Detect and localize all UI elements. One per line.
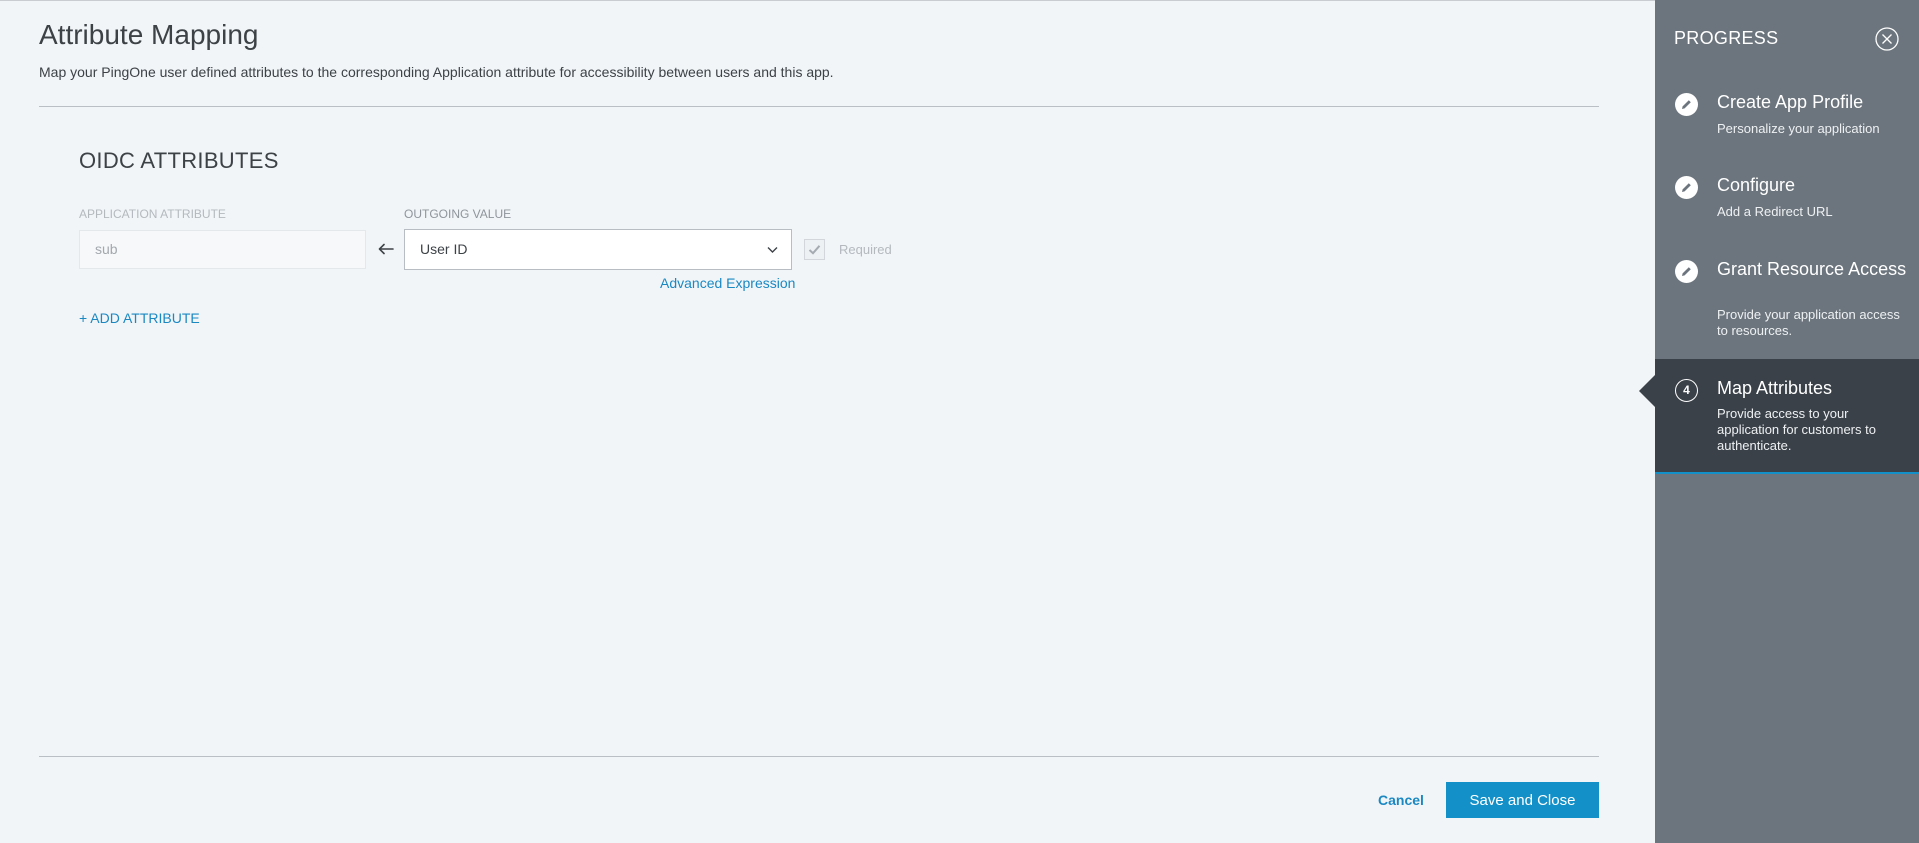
main-panel: Attribute Mapping Map your PingOne user …	[0, 0, 1655, 843]
progress-step-create-app-profile[interactable]: Create App Profile Personalize your appl…	[1655, 80, 1919, 150]
step-subtitle: Add a Redirect URL	[1717, 204, 1833, 219]
header-divider	[39, 106, 1599, 107]
progress-step-configure[interactable]: Configure Add a Redirect URL	[1655, 163, 1919, 233]
progress-title: PROGRESS	[1674, 28, 1779, 48]
add-attribute-link[interactable]: + ADD ATTRIBUTE	[79, 310, 200, 326]
pencil-icon	[1675, 176, 1698, 199]
step-title: Create App Profile	[1717, 92, 1864, 112]
step-subtitle: Personalize your application	[1717, 121, 1880, 136]
application-attribute-field: sub	[79, 230, 366, 269]
active-step-pointer	[1639, 375, 1655, 407]
page-title: Attribute Mapping	[39, 19, 259, 50]
step-subtitle: Provide access to your application for c…	[1717, 406, 1876, 453]
advanced-expression-link[interactable]: Advanced Expression	[660, 275, 795, 291]
progress-step-grant-resource-access[interactable]: Grant Resource Access Provide your appli…	[1655, 247, 1919, 347]
arrow-left-icon	[378, 243, 394, 255]
step-title: Configure	[1717, 175, 1796, 195]
save-and-close-button[interactable]: Save and Close	[1446, 782, 1599, 818]
close-icon[interactable]	[1874, 26, 1900, 52]
required-checkbox[interactable]	[804, 239, 825, 260]
step-subtitle: Provide your application access to resou…	[1717, 307, 1900, 338]
page-description: Map your PingOne user defined attributes…	[39, 64, 834, 80]
step-number: 4	[1683, 383, 1690, 397]
cancel-button[interactable]: Cancel	[1378, 792, 1424, 808]
chevron-down-icon	[767, 247, 778, 253]
section-title: OIDC ATTRIBUTES	[79, 148, 279, 173]
outgoing-value-select[interactable]: User ID	[404, 229, 792, 270]
required-label: Required	[839, 242, 892, 257]
outgoing-value-selected: User ID	[420, 241, 468, 257]
step-title: Map Attributes	[1717, 378, 1833, 398]
progress-step-map-attributes[interactable]: 4 Map Attributes Provide access to your …	[1655, 359, 1919, 474]
step-number-badge: 4	[1675, 379, 1698, 402]
pencil-icon	[1675, 93, 1698, 116]
step-title: Grant Resource Access	[1717, 259, 1907, 279]
check-icon	[808, 245, 821, 255]
application-attribute-label: APPLICATION ATTRIBUTE	[79, 207, 226, 221]
outgoing-value-label: OUTGOING VALUE	[404, 207, 512, 221]
pencil-icon	[1675, 260, 1698, 283]
progress-panel: PROGRESS Create App Profile Personalize …	[1655, 0, 1919, 843]
footer-divider	[39, 756, 1599, 757]
